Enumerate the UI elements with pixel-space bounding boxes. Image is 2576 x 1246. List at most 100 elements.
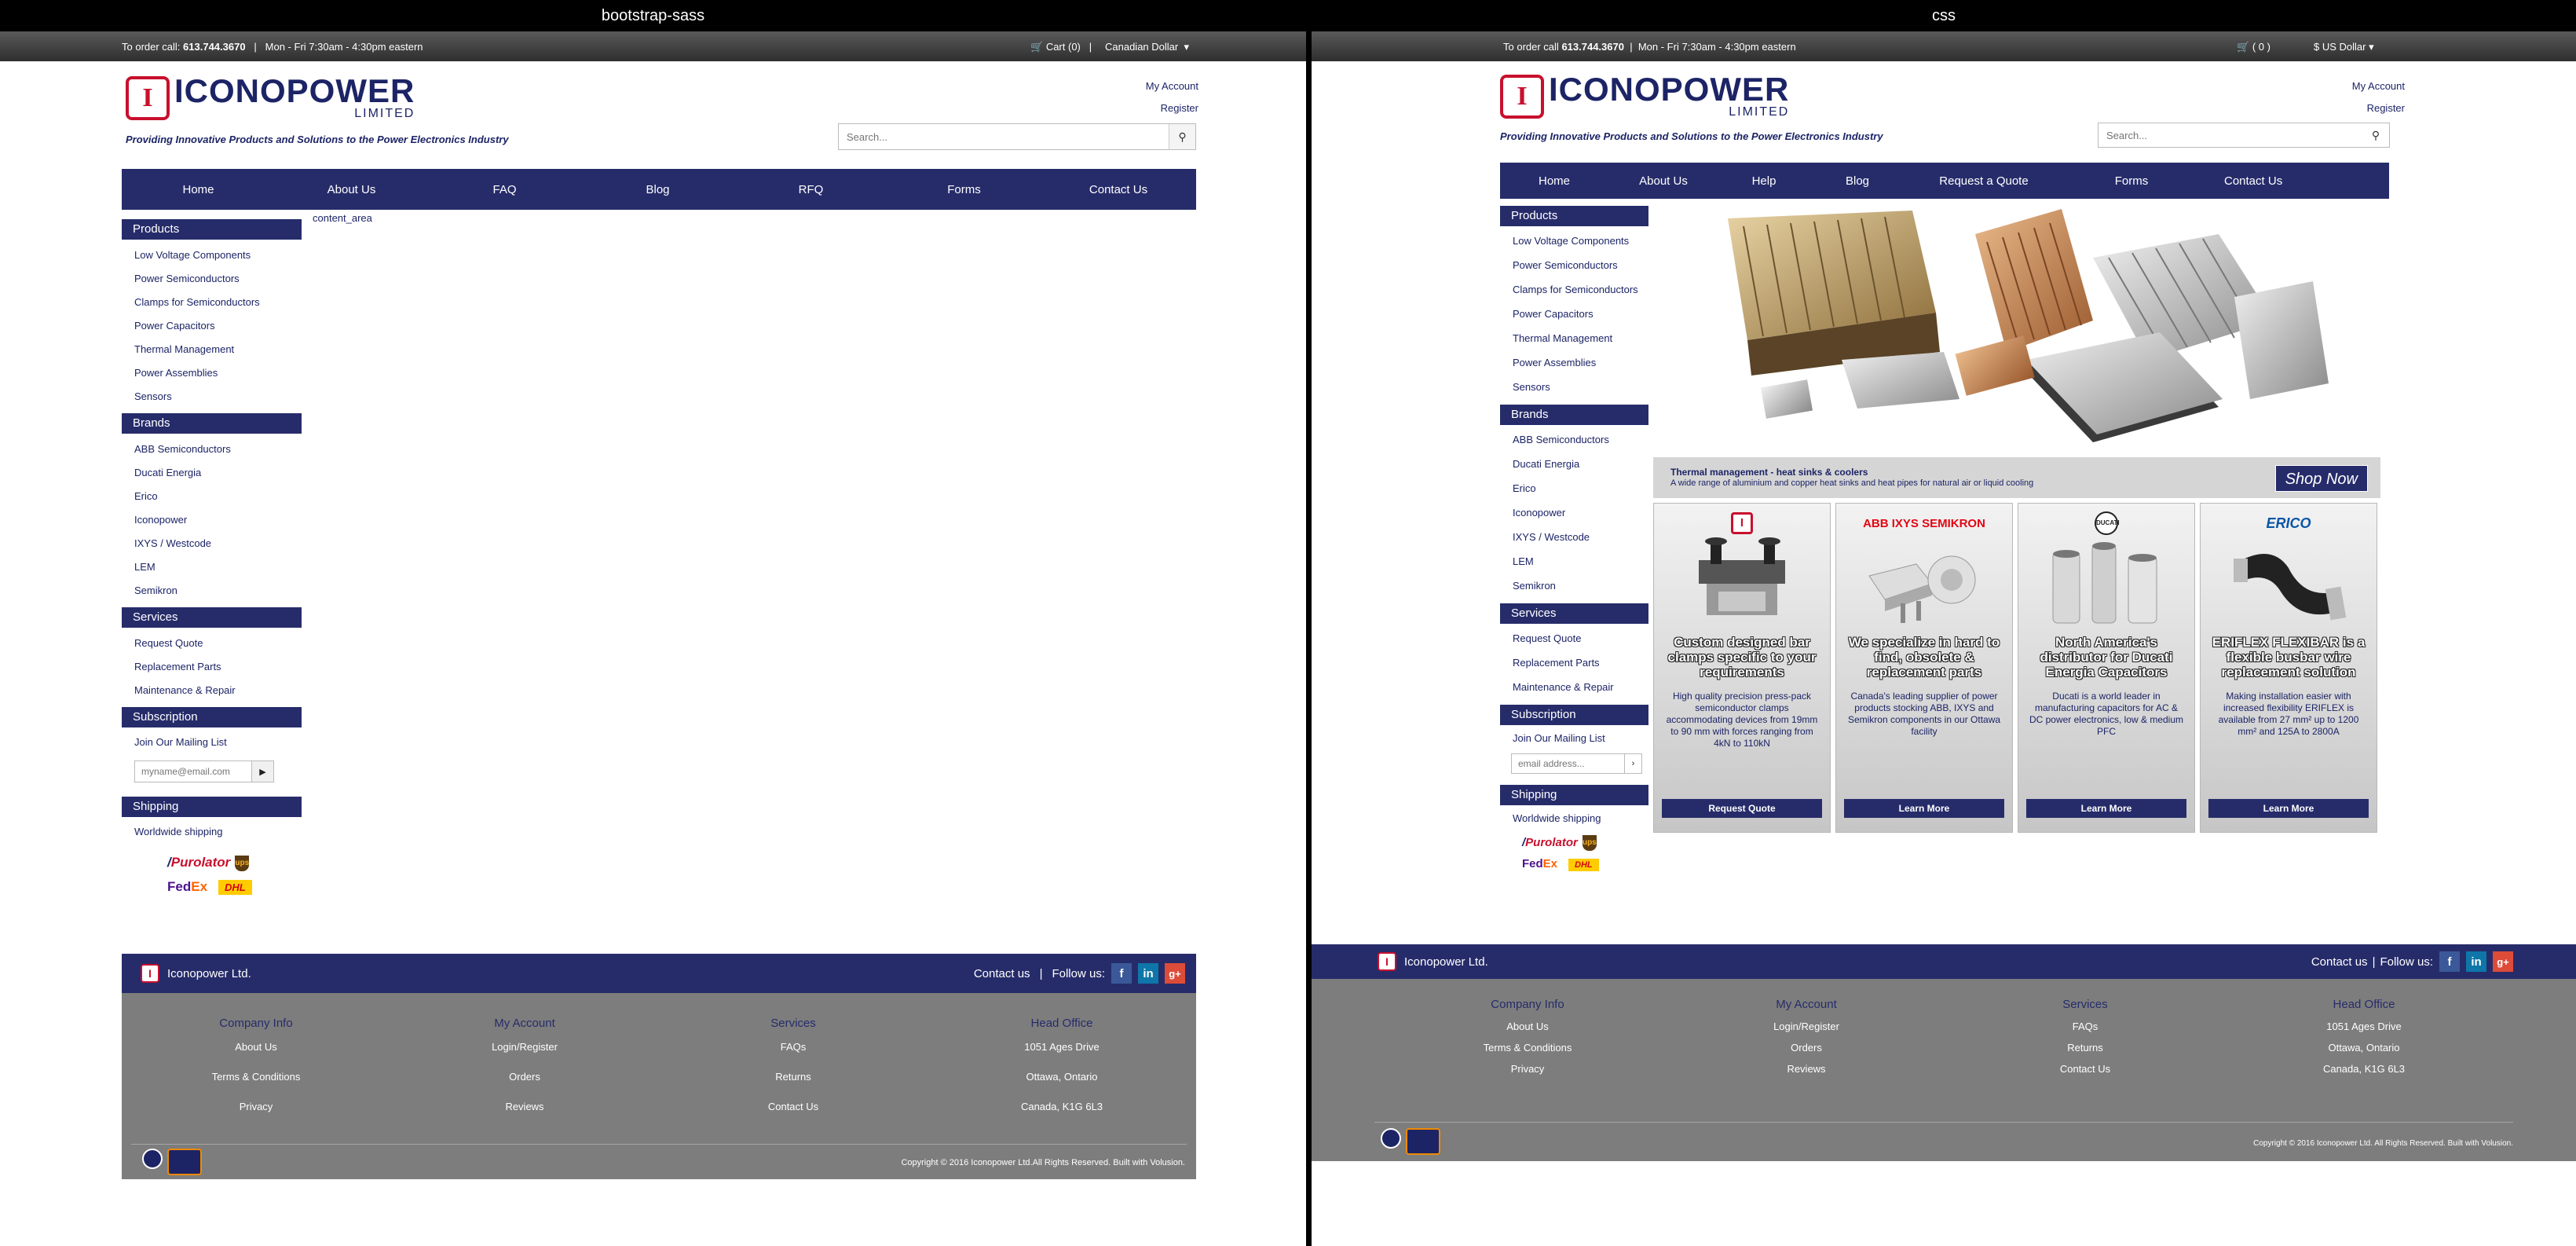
sidebar-item-lem[interactable]: LEM [1500,550,1648,574]
sidebar-item-request-quote[interactable]: Request Quote [122,632,302,655]
sidebar-item-iconopower[interactable]: Iconopower [1500,501,1648,526]
site-logo[interactable]: I ICONOPOWER LIMITED [1500,73,1789,119]
currency-select[interactable]: $ US Dollar ▾ [2314,41,2374,53]
nav-blog[interactable]: Blog [1809,163,1905,199]
submit-arrow-icon[interactable]: ▶ [252,760,274,782]
footer-contact-link[interactable]: Contact us [2311,955,2368,969]
sidebar-item-ducati[interactable]: Ducati Energia [1500,453,1648,477]
googleplus-icon[interactable]: g+ [2493,951,2513,972]
sidebar-item-power-capacitors[interactable]: Power Capacitors [122,314,302,338]
cart-link[interactable]: 🛒 ( 0 ) [2237,41,2270,53]
sidebar-item-thermal-management[interactable]: Thermal Management [122,338,302,361]
sidebar-item-power-assemblies[interactable]: Power Assemblies [1500,351,1648,376]
nav-faq[interactable]: FAQ [428,169,581,210]
sidebar-item-power-semiconductors[interactable]: Power Semiconductors [122,267,302,291]
footer-link[interactable]: Returns [1991,1042,2179,1063]
sidebar-item-erico[interactable]: Erico [1500,477,1648,501]
search-icon[interactable]: ⚲ [1169,124,1195,149]
footer-link[interactable]: Contact Us [1991,1063,2179,1084]
sidebar-item-low-voltage[interactable]: Low Voltage Components [1500,229,1648,254]
cart-link[interactable]: 🛒 Cart (0) | [1030,41,1092,53]
register-link[interactable]: Register [1146,97,1198,119]
nav-forms[interactable]: Forms [887,169,1041,210]
sidebar-item-maintenance[interactable]: Maintenance & Repair [1500,676,1648,700]
sidebar-item-replacement-parts[interactable]: Replacement Parts [1500,651,1648,676]
linkedin-icon[interactable]: in [2466,951,2486,972]
sidebar-item-ducati[interactable]: Ducati Energia [122,461,302,485]
footer-bar: I Iconopower Ltd. Contact us | Follow us… [122,954,1196,993]
sidebar-item-ixys[interactable]: IXYS / Westcode [122,532,302,555]
hero-banner-image[interactable] [1653,203,2380,454]
facebook-icon[interactable]: f [2439,951,2460,972]
footer-link[interactable]: Login/Register [1712,1021,1901,1042]
sidebar-item-erico[interactable]: Erico [122,485,302,508]
footer-link[interactable]: About Us [162,1041,350,1071]
sidebar-item-maintenance[interactable]: Maintenance & Repair [122,679,302,702]
footer-link[interactable]: Orders [1712,1042,1901,1063]
sidebar-item-power-semiconductors[interactable]: Power Semiconductors [1500,254,1648,278]
footer-link[interactable]: Login/Register [430,1041,619,1071]
learn-more-button[interactable]: Learn More [2026,799,2186,818]
search-icon[interactable]: ⚲ [2362,123,2389,147]
footer-link[interactable]: Privacy [1433,1063,1622,1084]
nav-about-us[interactable]: About Us [1608,163,1718,199]
submit-arrow-icon[interactable]: › [1625,753,1642,774]
sidebar-item-lem[interactable]: LEM [122,555,302,579]
nav-forms[interactable]: Forms [2062,163,2201,199]
sidebar-item-clamps[interactable]: Clamps for Semiconductors [1500,278,1648,302]
footer-link[interactable]: About Us [1433,1021,1622,1042]
nav-home[interactable]: Home [1500,163,1608,199]
nav-contact-us[interactable]: Contact Us [1041,169,1196,210]
nav-contact-us[interactable]: Contact Us [2201,163,2389,199]
nav-about-us[interactable]: About Us [275,169,428,210]
footer-link[interactable]: Orders [430,1071,619,1101]
email-field[interactable] [1511,753,1625,774]
request-quote-button[interactable]: Request Quote [1662,799,1822,818]
footer-link[interactable]: Terms & Conditions [162,1071,350,1101]
sidebar-item-semikron[interactable]: Semikron [1500,574,1648,599]
search-input[interactable] [2098,123,2389,147]
shop-now-button[interactable]: Shop Now [2274,465,2368,492]
googleplus-icon[interactable]: g+ [1165,963,1185,984]
footer-link[interactable]: Privacy [162,1101,350,1131]
sidebar-item-sensors[interactable]: Sensors [122,385,302,409]
sidebar-item-abb[interactable]: ABB Semiconductors [122,438,302,461]
email-field[interactable] [134,760,252,782]
footer-link[interactable]: Reviews [1712,1063,1901,1084]
promo-title: Thermal management - heat sinks & cooler… [1670,467,1868,478]
currency-select[interactable]: Canadian Dollar ▾ [1105,41,1189,53]
nav-blog[interactable]: Blog [581,169,734,210]
register-link[interactable]: Register [2352,97,2405,119]
sidebar-item-low-voltage[interactable]: Low Voltage Components [122,244,302,267]
nav-request-a-quote[interactable]: Request a Quote [1905,163,2062,199]
footer-link[interactable]: FAQs [1991,1021,2179,1042]
sidebar-item-ixys[interactable]: IXYS / Westcode [1500,526,1648,550]
footer-link[interactable]: Terms & Conditions [1433,1042,1622,1063]
footer-link[interactable]: FAQs [699,1041,887,1071]
linkedin-icon[interactable]: in [1138,963,1158,984]
nav-rfq[interactable]: RFQ [734,169,887,210]
sidebar-item-power-assemblies[interactable]: Power Assemblies [122,361,302,385]
site-logo[interactable]: I ICONOPOWER LIMITED [126,75,415,121]
sidebar-item-power-capacitors[interactable]: Power Capacitors [1500,302,1648,327]
search-input[interactable] [839,124,1195,149]
footer-link[interactable]: Contact Us [699,1101,887,1131]
learn-more-button[interactable]: Learn More [2208,799,2369,818]
nav-help[interactable]: Help [1718,163,1809,199]
facebook-icon[interactable]: f [1111,963,1132,984]
footer-link[interactable]: Returns [699,1071,887,1101]
footer-link[interactable]: Reviews [430,1101,619,1131]
sidebar-item-iconopower[interactable]: Iconopower [122,508,302,532]
footer-contact-link[interactable]: Contact us [974,967,1030,980]
sidebar-item-clamps[interactable]: Clamps for Semiconductors [122,291,302,314]
sidebar-item-sensors[interactable]: Sensors [1500,376,1648,400]
sidebar-item-thermal-management[interactable]: Thermal Management [1500,327,1648,351]
sidebar-item-replacement-parts[interactable]: Replacement Parts [122,655,302,679]
learn-more-button[interactable]: Learn More [1844,799,2004,818]
nav-home[interactable]: Home [122,169,275,210]
sidebar-item-request-quote[interactable]: Request Quote [1500,627,1648,651]
sidebar-item-semikron[interactable]: Semikron [122,579,302,603]
my-account-link[interactable]: My Account [1146,75,1198,97]
my-account-link[interactable]: My Account [2352,75,2405,97]
sidebar-item-abb[interactable]: ABB Semiconductors [1500,428,1648,453]
